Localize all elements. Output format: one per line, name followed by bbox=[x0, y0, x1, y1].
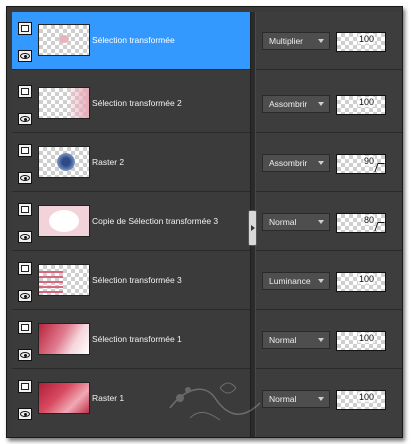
opacity-value: 100 bbox=[357, 274, 375, 284]
layer-row[interactable]: Raster 2 bbox=[12, 134, 250, 192]
visibility-eye-icon[interactable] bbox=[18, 349, 32, 361]
opacity-value: 100 bbox=[357, 392, 375, 402]
layer-type-icon bbox=[18, 262, 32, 275]
blend-mode-value: Luminance bbox=[269, 276, 311, 286]
opacity-value: 100 bbox=[357, 34, 375, 44]
blend-mode-dropdown[interactable]: Assombrir bbox=[262, 95, 330, 113]
layer-controls-row: Normal 80 bbox=[256, 193, 403, 251]
layer-type-icon bbox=[18, 203, 32, 216]
opacity-field[interactable]: 100 bbox=[336, 390, 386, 410]
layer-thumbnail bbox=[38, 323, 90, 355]
visibility-eye-icon[interactable] bbox=[18, 231, 32, 243]
opacity-field[interactable]: 90 bbox=[336, 154, 386, 174]
layer-controls-row: Assombrir 100 bbox=[256, 75, 403, 133]
visibility-eye-icon[interactable] bbox=[18, 113, 32, 125]
layer-type-icon bbox=[18, 321, 32, 334]
layer-row[interactable]: Sélection transformée 1 bbox=[12, 311, 250, 369]
chevron-down-icon bbox=[318, 39, 324, 43]
layer-type-icon bbox=[18, 22, 32, 35]
layer-controls-row: Normal 100 bbox=[256, 370, 403, 432]
blend-mode-dropdown[interactable]: Luminance bbox=[262, 272, 330, 290]
chevron-down-icon bbox=[318, 397, 324, 401]
visibility-eye-icon[interactable] bbox=[18, 50, 32, 62]
blend-mode-value: Normal bbox=[269, 394, 297, 404]
layer-type-icon bbox=[18, 380, 32, 393]
layer-row[interactable]: Sélection transformée 2 bbox=[12, 75, 250, 133]
layer-thumbnail bbox=[38, 205, 90, 237]
layer-thumbnail bbox=[38, 264, 90, 296]
layer-row[interactable]: Raster 1 bbox=[12, 370, 250, 432]
layer-row[interactable]: Copie de Sélection transformée 3 bbox=[12, 193, 250, 251]
opacity-value: 90 bbox=[362, 156, 375, 166]
layer-type-icon bbox=[18, 144, 32, 157]
opacity-value: 80 bbox=[362, 215, 375, 225]
blend-mode-dropdown[interactable]: Normal bbox=[262, 213, 330, 231]
layer-controls-row: Normal 100 bbox=[256, 311, 403, 369]
opacity-field[interactable]: 80 bbox=[336, 213, 386, 233]
layer-name: Sélection transformée 3 bbox=[92, 275, 182, 285]
layer-thumbnail bbox=[38, 382, 90, 414]
layer-thumbnail bbox=[38, 146, 90, 178]
layer-name: Sélection transformée 1 bbox=[92, 334, 182, 344]
layer-controls-row: Luminance 100 bbox=[256, 252, 403, 310]
opacity-value: 100 bbox=[357, 333, 375, 343]
blend-mode-dropdown[interactable]: Assombrir bbox=[262, 154, 330, 172]
opacity-field[interactable]: 100 bbox=[336, 331, 386, 351]
blend-mode-value: Normal bbox=[269, 217, 297, 227]
layer-name: Raster 1 bbox=[92, 393, 125, 403]
layer-row[interactable]: Sélection transformée 3 bbox=[12, 252, 250, 310]
opacity-field[interactable]: 100 bbox=[336, 32, 386, 52]
visibility-eye-icon[interactable] bbox=[18, 408, 32, 420]
layer-thumbnail bbox=[38, 24, 90, 56]
opacity-value: 100 bbox=[357, 97, 375, 107]
layer-name: Sélection transformée 2 bbox=[92, 98, 182, 108]
layer-name: Raster 2 bbox=[92, 157, 125, 167]
blend-mode-value: Assombrir bbox=[269, 99, 308, 109]
splitter-handle[interactable] bbox=[248, 210, 257, 246]
chevron-down-icon bbox=[318, 161, 324, 165]
opacity-field[interactable]: 100 bbox=[336, 95, 386, 115]
visibility-eye-icon[interactable] bbox=[18, 290, 32, 302]
opacity-marker-icon bbox=[374, 163, 385, 172]
blend-mode-dropdown[interactable]: Multiplier bbox=[262, 32, 330, 50]
blend-mode-value: Normal bbox=[269, 335, 297, 345]
visibility-eye-icon[interactable] bbox=[18, 172, 32, 184]
chevron-down-icon bbox=[318, 279, 324, 283]
layer-row[interactable]: Sélection transformée bbox=[12, 12, 250, 70]
opacity-field[interactable]: 100 bbox=[336, 272, 386, 292]
chevron-down-icon bbox=[318, 220, 324, 224]
blend-mode-dropdown[interactable]: Normal bbox=[262, 390, 330, 408]
chevron-down-icon bbox=[318, 102, 324, 106]
chevron-down-icon bbox=[318, 338, 324, 342]
blend-mode-dropdown[interactable]: Normal bbox=[262, 331, 330, 349]
layer-name: Sélection transformée bbox=[92, 35, 175, 45]
layer-name: Copie de Sélection transformée 3 bbox=[92, 216, 219, 226]
blend-mode-value: Multiplier bbox=[269, 36, 304, 46]
opacity-marker-icon bbox=[374, 222, 385, 231]
layer-type-icon bbox=[18, 85, 32, 98]
blend-mode-value: Assombrir bbox=[269, 158, 308, 168]
layer-thumbnail bbox=[38, 87, 90, 119]
layer-controls-row: Multiplier 100 bbox=[256, 12, 403, 70]
layer-controls-row: Assombrir 90 bbox=[256, 134, 403, 192]
